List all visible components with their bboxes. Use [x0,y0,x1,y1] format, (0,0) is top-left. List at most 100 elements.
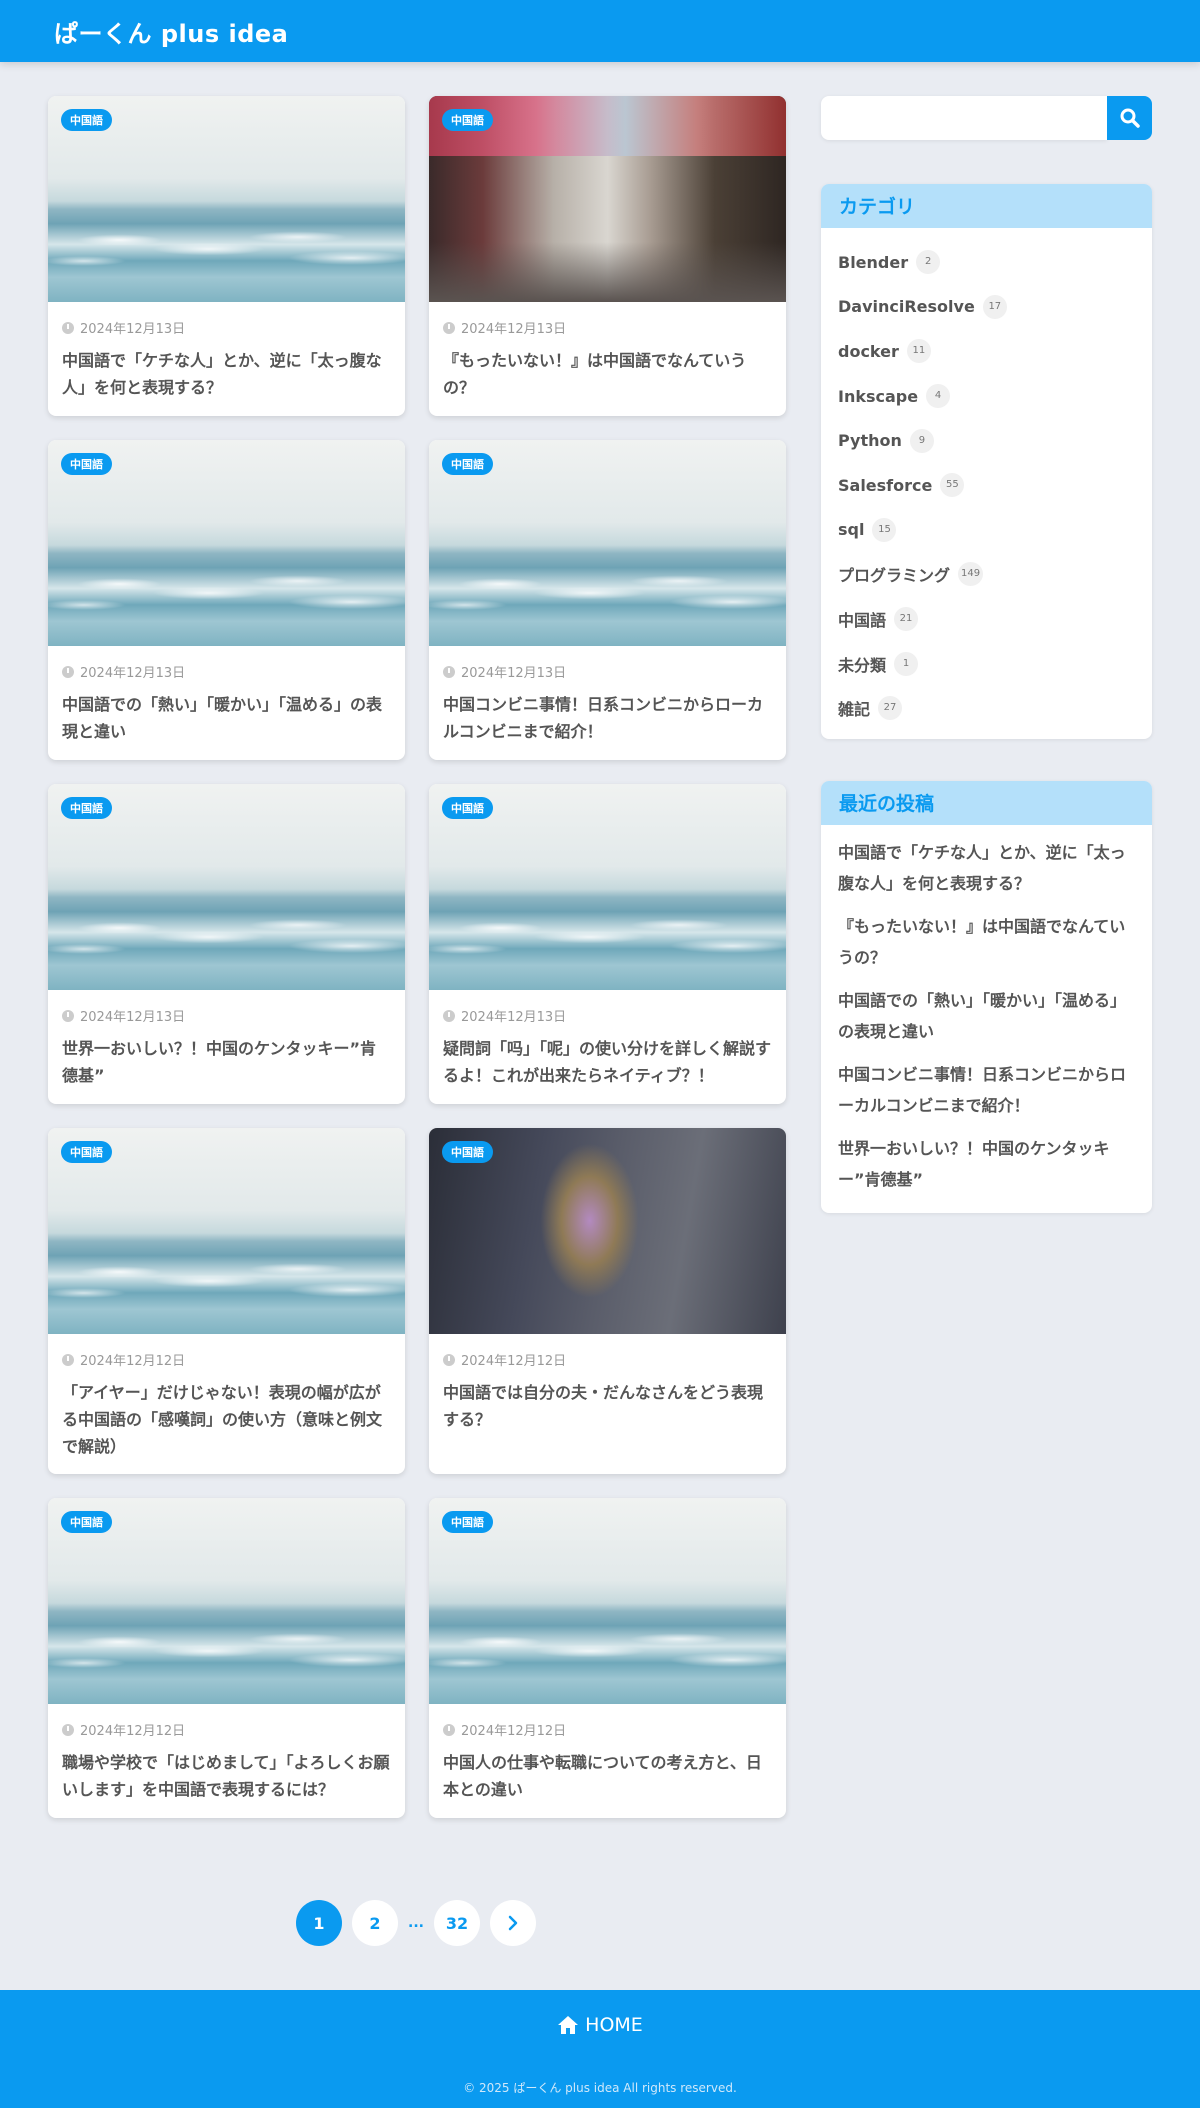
chevron-right-icon [508,1915,518,1931]
clock-icon [443,1353,455,1366]
post-body: 2024年12月13日 中国コンビニ事情！日系コンビニからローカルコンビニまで紹… [429,646,786,745]
post-card[interactable]: 中国語 2024年12月13日 中国語での「熱い」「暖かい」「温める」の表現と違… [48,440,405,760]
post-date: 2024年12月13日 [443,1006,772,1025]
category-item[interactable]: Blender 2 [838,240,1135,285]
category-item[interactable]: Inkscape 4 [838,374,1135,419]
category-label[interactable]: Salesforce [838,476,932,495]
post-card[interactable]: 中国語 2024年12月13日 疑問詞「吗」「呢」の使い分けを詳しく解説するよ！… [429,784,786,1104]
post-date: 2024年12月13日 [62,1006,391,1025]
post-body: 2024年12月12日 中国語では自分の夫・だんなさんをどう表現する？ [429,1334,786,1433]
home-link[interactable]: HOME [557,2014,643,2036]
category-badge[interactable]: 中国語 [442,453,493,475]
page-container: 中国語 2024年12月13日 中国語で「ケチな人」とか、逆に「太っ腹な人」を何… [0,62,1200,1990]
category-count: 2 [916,250,941,275]
category-badge[interactable]: 中国語 [61,1511,112,1533]
category-widget: カテゴリ Blender 2 DavinciResolve 17 docker 11 … [821,184,1152,739]
post-body: 2024年12月12日 中国人の仕事や転職についての考え方と、日本との違い [429,1704,786,1803]
category-item[interactable]: Python 9 [838,418,1135,463]
category-label[interactable]: 未分類 [838,652,886,676]
category-badge[interactable]: 中国語 [442,1511,493,1533]
post-card[interactable]: 中国語 2024年12月13日 中国語で「ケチな人」とか、逆に「太っ腹な人」を何… [48,96,405,416]
clock-icon [443,1723,455,1736]
site-title[interactable]: ぱーくん plus idea [54,14,288,49]
post-title[interactable]: 『もったいない！』は中国語でなんていうの？ [443,347,772,401]
post-title[interactable]: 中国コンビニ事情！日系コンビニからローカルコンビニまで紹介！ [443,691,772,745]
site-header: ぱーくん plus idea [0,0,1200,62]
post-date-text: 2024年12月12日 [461,1724,567,1739]
post-date: 2024年12月12日 [443,1720,772,1739]
category-item[interactable]: docker 11 [838,329,1135,374]
category-label[interactable]: Blender [838,253,908,272]
category-badge[interactable]: 中国語 [61,797,112,819]
post-date: 2024年12月13日 [62,662,391,681]
post-title[interactable]: 職場や学校で「はじめまして」「よろしくお願いします」を中国語で表現するには？ [62,1749,391,1803]
page-2-button[interactable]: 2 [352,1900,398,1946]
post-title[interactable]: 「アイヤー」だけじゃない！表現の幅が広がる中国語の「感嘆詞」の使い方（意味と例文… [62,1379,391,1461]
category-label[interactable]: Python [838,431,902,450]
post-date-text: 2024年12月13日 [80,322,186,337]
post-card[interactable]: 中国語 2024年12月12日 中国人の仕事や転職についての考え方と、日本との違… [429,1498,786,1818]
post-title[interactable]: 世界一おいしい？！中国のケンタッキー”肯德基” [62,1035,391,1089]
post-card[interactable]: 中国語 2024年12月12日 中国語では自分の夫・だんなさんをどう表現する？ [429,1128,786,1474]
category-badge[interactable]: 中国語 [61,453,112,475]
post-date-text: 2024年12月13日 [461,1010,567,1025]
category-badge[interactable]: 中国語 [442,797,493,819]
category-label[interactable]: 雑記 [838,696,870,720]
category-label[interactable]: プログラミング [838,562,950,586]
recent-posts-list: 中国語で「ケチな人」とか、逆に「太っ腹な人」を何と表現する？ 『もったいない！』… [821,825,1152,1213]
category-item[interactable]: Salesforce 55 [838,463,1135,508]
recent-post-link[interactable]: 中国語で「ケチな人」とか、逆に「太っ腹な人」を何と表現する？ [838,837,1135,899]
pagination: 1 2 ... 32 [296,1900,536,1946]
recent-post-link[interactable]: 中国コンビニ事情！日系コンビニからローカルコンビニまで紹介！ [838,1059,1135,1121]
post-card[interactable]: 中国語 2024年12月13日 中国コンビニ事情！日系コンビニからローカルコンビ… [429,440,786,760]
post-date: 2024年12月12日 [62,1350,391,1369]
category-badge[interactable]: 中国語 [61,1141,112,1163]
recent-post-link[interactable]: 中国語での「熱い」「暖かい」「温める」の表現と違い [838,985,1135,1047]
recent-posts-widget: 最近の投稿 中国語で「ケチな人」とか、逆に「太っ腹な人」を何と表現する？ 『もっ… [821,780,1152,1213]
main-content: 中国語 2024年12月13日 中国語で「ケチな人」とか、逆に「太っ腹な人」を何… [48,96,788,1842]
category-item[interactable]: DavinciResolve 17 [838,285,1135,330]
category-badge[interactable]: 中国語 [61,109,112,131]
search-button[interactable] [1107,96,1152,140]
page-last-button[interactable]: 32 [433,1900,480,1946]
clock-icon [443,1009,455,1022]
category-badge[interactable]: 中国語 [442,109,493,131]
page-current-button[interactable]: 1 [296,1900,342,1946]
category-list: Blender 2 DavinciResolve 17 docker 11 Inksc… [821,228,1152,739]
category-badge[interactable]: 中国語 [442,1141,493,1163]
category-item[interactable]: 雑記 27 [838,686,1135,731]
clock-icon [62,321,74,334]
post-title[interactable]: 中国語での「熱い」「暖かい」「温める」の表現と違い [62,691,391,745]
category-label[interactable]: Inkscape [838,387,918,406]
category-count: 21 [894,607,919,632]
category-label[interactable]: DavinciResolve [838,297,975,316]
post-card[interactable]: 中国語 2024年12月12日 職場や学校で「はじめまして」「よろしくお願いしま… [48,1498,405,1818]
post-date-text: 2024年12月12日 [80,1354,186,1369]
category-label[interactable]: 中国語 [838,607,886,631]
post-card[interactable]: 中国語 2024年12月12日 「アイヤー」だけじゃない！表現の幅が広がる中国語… [48,1128,405,1474]
category-item[interactable]: プログラミング 149 [838,552,1135,597]
site-footer: HOME © 2025 ぱーくん plus idea All rights re… [0,1990,1200,2108]
category-count: 55 [940,473,965,498]
search-icon [1120,108,1140,128]
post-title[interactable]: 中国人の仕事や転職についての考え方と、日本との違い [443,1749,772,1803]
category-label[interactable]: docker [838,342,899,361]
post-title[interactable]: 疑問詞「吗」「呢」の使い分けを詳しく解説するよ！これが出来たらネイティブ？！ [443,1035,772,1089]
post-title[interactable]: 中国語で「ケチな人」とか、逆に「太っ腹な人」を何と表現する？ [62,347,391,401]
search-input[interactable] [821,96,1107,140]
post-date: 2024年12月13日 [443,318,772,337]
home-label[interactable]: HOME [585,2014,643,2036]
category-item[interactable]: 未分類 1 [838,641,1135,686]
post-title[interactable]: 中国語では自分の夫・だんなさんをどう表現する？ [443,1379,772,1433]
recent-post-link[interactable]: 『もったいない！』は中国語でなんていうの？ [838,911,1135,973]
post-card[interactable]: 中国語 2024年12月13日 『もったいない！』は中国語でなんていうの？ [429,96,786,416]
category-count: 1 [894,651,919,676]
category-label[interactable]: sql [838,520,864,539]
clock-icon [62,1723,74,1736]
recent-post-link[interactable]: 世界一おいしい？！中国のケンタッキー”肯德基” [838,1133,1135,1195]
category-item[interactable]: sql 15 [838,508,1135,553]
next-page-button[interactable] [489,1900,536,1946]
post-card[interactable]: 中国語 2024年12月13日 世界一おいしい？！中国のケンタッキー”肯德基” [48,784,405,1104]
category-item[interactable]: 中国語 21 [838,597,1135,642]
post-date-text: 2024年12月13日 [80,1010,186,1025]
